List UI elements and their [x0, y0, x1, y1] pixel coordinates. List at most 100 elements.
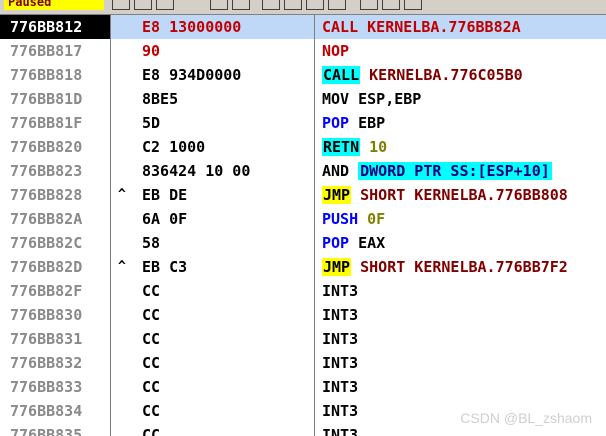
disasm-row[interactable]: 776BB831 CC INT3 — [0, 327, 606, 351]
disasm-row-selected[interactable]: 776BB812 E8 13000000 CALL KERNELBA.776BB… — [0, 15, 606, 39]
disassembly-cell: PUSH 0F — [322, 207, 606, 231]
hex-dump-cell: 8BE5 — [142, 90, 179, 108]
hex-dump-cell: EB C3 — [142, 258, 188, 276]
column-divider-address[interactable] — [110, 15, 111, 436]
mnemonic: INT3 — [322, 426, 359, 436]
mnemonic: INT3 — [322, 378, 359, 396]
disasm-row[interactable]: 776BB817 90 NOP — [0, 39, 606, 63]
disasm-row[interactable]: 776BB81F 5D POP EBP — [0, 111, 606, 135]
jump-arrow — [118, 327, 132, 351]
address-cell: 776BB830 — [10, 306, 83, 324]
toolbar-button-2[interactable] — [134, 0, 152, 10]
disasm-row[interactable]: 776BB830 CC INT3 — [0, 303, 606, 327]
disasm-row[interactable]: 776BB82C 58 POP EAX — [0, 231, 606, 255]
hex-dump-cell: 90 — [142, 42, 161, 60]
column-divider-hex[interactable] — [314, 15, 315, 436]
toolbar-button-4[interactable] — [210, 0, 228, 10]
address-cell: 776BB828 — [10, 186, 83, 204]
jump-arrow — [118, 63, 132, 87]
disassembly-cell: NOP — [322, 39, 606, 63]
disassembly-cell: MOV ESP,EBP — [322, 87, 606, 111]
address-cell: 776BB82A — [10, 210, 83, 228]
address-cell: 776BB81F — [10, 114, 83, 132]
address-cell: 776BB833 — [10, 378, 83, 396]
mnemonic: POP — [322, 234, 350, 252]
toolbar-button-8[interactable] — [306, 0, 324, 10]
operand: 0F — [367, 210, 386, 228]
hex-dump-cell: CC — [142, 330, 161, 348]
toolbar-button-7[interactable] — [284, 0, 302, 10]
disasm-row[interactable]: 776BB820 C2 1000 RETN 10 — [0, 135, 606, 159]
jump-arrow: ^ — [118, 259, 126, 274]
disassembly-panel[interactable]: 776BB812 E8 13000000 CALL KERNELBA.776BB… — [0, 15, 606, 436]
address-cell: 776BB817 — [10, 42, 83, 60]
jump-arrow — [118, 135, 132, 159]
operand: EAX — [358, 234, 386, 252]
jump-arrow — [118, 351, 132, 375]
jump-arrow — [118, 39, 132, 63]
mnemonic: JMP — [322, 258, 352, 276]
toolbar-button-5[interactable] — [232, 0, 250, 10]
address-cell: 776BB831 — [10, 330, 83, 348]
hex-dump-cell: CC — [142, 354, 161, 372]
disasm-row[interactable]: 776BB833 CC INT3 — [0, 375, 606, 399]
jump-arrow — [118, 423, 132, 436]
disassembly-cell: JMP SHORT KERNELBA.776BB7F2 — [322, 255, 606, 279]
operand: SHORT KERNELBA.776BB7F2 — [360, 258, 568, 276]
jump-arrow — [118, 87, 132, 111]
hex-dump-cell: 5D — [142, 114, 161, 132]
operand: ESP,EBP — [358, 90, 422, 108]
disasm-row[interactable]: 776BB818 E8 934D0000 CALL KERNELBA.776C0… — [0, 63, 606, 87]
address-cell: 776BB82C — [10, 234, 83, 252]
disasm-row[interactable]: 776BB82D ^ EB C3 JMP SHORT KERNELBA.776B… — [0, 255, 606, 279]
toolbar-button-10[interactable] — [360, 0, 378, 10]
mnemonic: JMP — [322, 186, 352, 204]
toolbar-button-3[interactable] — [156, 0, 174, 10]
jump-arrow — [118, 159, 132, 183]
disasm-row[interactable]: 776BB82F CC INT3 — [0, 279, 606, 303]
hex-dump-cell: 58 — [142, 234, 161, 252]
toolbar-button-1[interactable] — [112, 0, 130, 10]
operand: KERNELBA.776C05B0 — [369, 66, 523, 84]
address-cell: 776BB82D — [10, 258, 83, 276]
operand: EBP — [358, 114, 386, 132]
disassembly-cell: INT3 — [322, 303, 606, 327]
mnemonic: INT3 — [322, 402, 359, 420]
toolbar-button-11[interactable] — [382, 0, 400, 10]
hex-dump-cell: CC — [142, 306, 161, 324]
address-cell: 776BB820 — [10, 138, 83, 156]
disasm-row[interactable]: 776BB823 836424 10 00 AND DWORD PTR SS:[… — [0, 159, 606, 183]
disasm-row[interactable]: 776BB828 ^ EB DE JMP SHORT KERNELBA.776B… — [0, 183, 606, 207]
jump-arrow — [118, 279, 132, 303]
mnemonic: MOV — [322, 90, 350, 108]
watermark-text: CSDN @BL_zshaom — [460, 410, 592, 426]
hex-dump-cell: 6A 0F — [142, 210, 188, 228]
disassembly-cell: POP EBP — [322, 111, 606, 135]
jump-arrow — [118, 231, 132, 255]
toolbar-button-6[interactable] — [262, 0, 280, 10]
mnemonic: CALL — [322, 18, 359, 36]
address-cell: 776BB832 — [10, 354, 83, 372]
hex-dump-cell: CC — [142, 402, 161, 420]
disassembly-cell: INT3 — [322, 279, 606, 303]
disassembly-cell: CALL KERNELBA.776BB82A — [322, 15, 606, 39]
address-cell: 776BB835 — [10, 426, 83, 436]
toolbar-button-12[interactable] — [404, 0, 422, 10]
disasm-row[interactable]: 776BB832 CC INT3 — [0, 351, 606, 375]
hex-dump-cell: CC — [142, 426, 161, 436]
toolbar-button-9[interactable] — [328, 0, 346, 10]
mnemonic: INT3 — [322, 330, 359, 348]
disasm-row[interactable]: 776BB81D 8BE5 MOV ESP,EBP — [0, 87, 606, 111]
disassembly-cell: AND DWORD PTR SS:[ESP+10] — [322, 159, 606, 183]
address-cell: 776BB823 — [10, 162, 83, 180]
jump-arrow — [118, 375, 132, 399]
jump-arrow: ^ — [118, 187, 126, 202]
jump-arrow — [118, 303, 132, 327]
mnemonic: PUSH — [322, 210, 359, 228]
debugger-toolbar: Paused — [0, 0, 606, 15]
disasm-row[interactable]: 776BB82A 6A 0F PUSH 0F — [0, 207, 606, 231]
mnemonic: POP — [322, 114, 350, 132]
address-cell: 776BB81D — [10, 90, 83, 108]
address-cell: 776BB834 — [10, 402, 83, 420]
hex-dump-cell: E8 934D0000 — [142, 66, 242, 84]
